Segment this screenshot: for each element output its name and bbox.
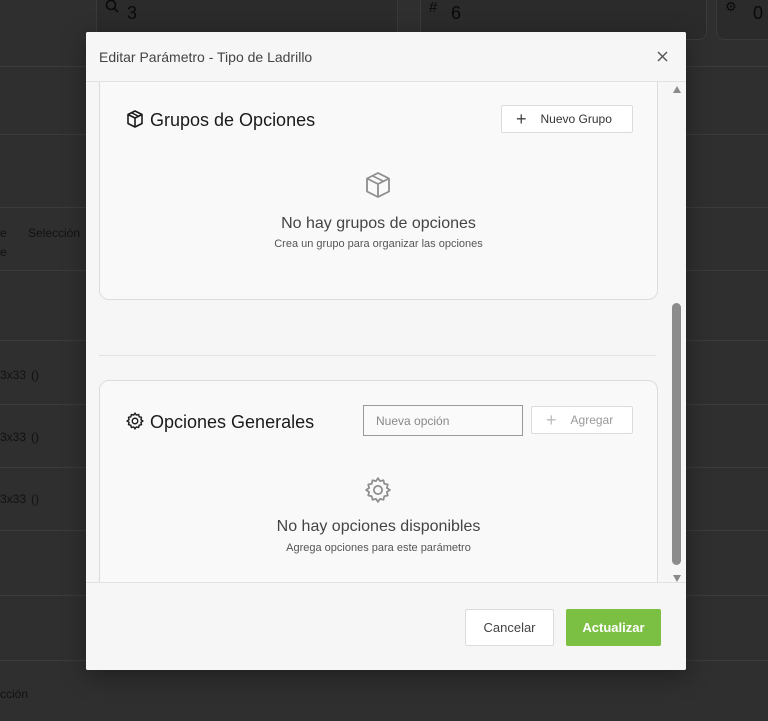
box-icon <box>363 170 393 200</box>
cancel-button[interactable]: Cancelar <box>465 609 554 646</box>
scroll-down-icon[interactable] <box>673 575 681 582</box>
box-icon <box>125 109 145 129</box>
footer-text: cción <box>0 687 29 701</box>
hash-icon: # <box>429 0 438 16</box>
section-title: Opciones Generales <box>150 412 315 432</box>
empty-state-subtitle: Agrega opciones para este parámetro <box>286 542 471 554</box>
dialog-title: Editar Parámetro - Tipo de Ladrillo <box>99 49 313 65</box>
plus-icon: + <box>516 109 527 129</box>
option-groups-section: Grupos de Opciones + Nuevo Grupo No hay … <box>99 82 658 300</box>
new-group-button[interactable]: + Nuevo Grupo <box>501 105 633 133</box>
section-divider <box>99 355 656 356</box>
button-label: Agregar <box>570 413 614 427</box>
dialog-scrollbar[interactable] <box>670 84 684 582</box>
empty-state-title: No hay grupos de opciones <box>281 215 476 232</box>
table-cell: () <box>31 492 39 506</box>
scroll-thumb[interactable] <box>672 303 681 565</box>
stat-card: ⚙ 0 <box>716 0 768 40</box>
close-icon <box>657 51 667 61</box>
new-option-input[interactable] <box>363 405 523 436</box>
stat-value: 0 <box>753 3 764 23</box>
table-cell: () <box>31 430 39 444</box>
button-label: Nuevo Grupo <box>540 112 612 126</box>
table-cell: 3x33 <box>0 492 27 506</box>
plus-icon: + <box>546 410 557 430</box>
empty-state-subtitle: Crea un grupo para organizar las opcione… <box>274 238 483 250</box>
column-header: Selección <box>28 226 81 240</box>
table-cell: 3x33 <box>0 368 27 382</box>
section-title: Grupos de Opciones <box>150 110 316 130</box>
column-header: e <box>0 226 7 240</box>
search-icon <box>105 0 119 16</box>
edit-parameter-dialog: Editar Parámetro - Tipo de Ladrillo Grup… <box>86 32 686 670</box>
close-button[interactable] <box>652 46 672 66</box>
table-cell: 3x33 <box>0 430 27 444</box>
empty-state-title: No hay opciones disponibles <box>276 518 481 535</box>
gear-icon: ⚙ <box>725 0 737 14</box>
dialog-footer: Cancelar Actualizar <box>86 582 686 670</box>
dialog-header: Editar Parámetro - Tipo de Ladrillo <box>86 32 686 82</box>
dialog-body[interactable]: Grupos de Opciones + Nuevo Grupo No hay … <box>86 82 686 582</box>
scroll-up-icon[interactable] <box>673 86 681 93</box>
table-cell: () <box>31 368 39 382</box>
stat-value: 3 <box>127 3 138 23</box>
gear-icon <box>363 475 393 505</box>
general-options-section: Opciones Generales + Agregar No hay opci… <box>99 380 658 582</box>
column-header: e <box>0 245 7 259</box>
gear-icon <box>125 411 145 431</box>
add-option-button[interactable]: + Agregar <box>531 406 633 434</box>
update-button[interactable]: Actualizar <box>566 609 661 646</box>
stat-value: 6 <box>451 3 462 23</box>
